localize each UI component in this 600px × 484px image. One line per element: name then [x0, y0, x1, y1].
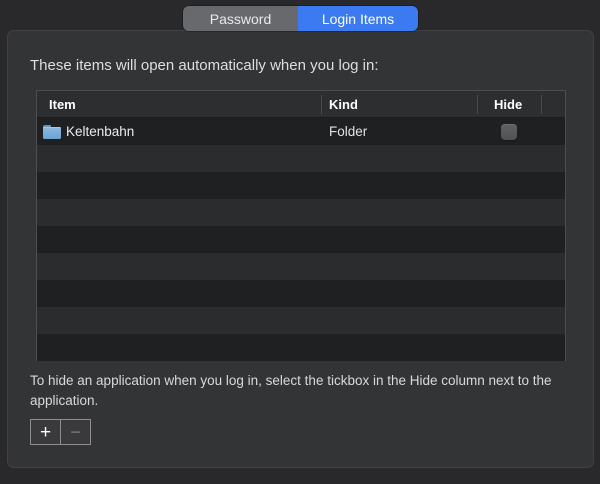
tab-bar: Password Login Items: [183, 6, 418, 31]
item-cell: Keltenbahn: [37, 124, 321, 139]
table-row-empty: [37, 334, 565, 361]
folder-icon: [43, 125, 61, 139]
remove-login-item-button[interactable]: −: [60, 419, 91, 445]
column-header-kind: Kind: [329, 91, 358, 118]
column-divider: [541, 95, 542, 114]
column-divider: [477, 95, 478, 114]
login-items-table[interactable]: Item Kind Hide Keltenbahn Folder: [36, 90, 566, 361]
table-row-empty: [37, 280, 565, 307]
table-row-empty: [37, 253, 565, 280]
column-divider: [321, 95, 322, 114]
table-row-empty: [37, 307, 565, 334]
add-login-item-button[interactable]: +: [30, 419, 61, 445]
tab-password[interactable]: Password: [183, 6, 298, 31]
add-remove-control: + −: [30, 419, 91, 445]
tab-login-items[interactable]: Login Items: [298, 6, 418, 31]
hide-cell: [477, 124, 541, 140]
table-header: Item Kind Hide: [37, 91, 565, 118]
panel-description: These items will open automatically when…: [30, 57, 379, 74]
table-row-keltenbahn[interactable]: Keltenbahn Folder: [37, 118, 565, 145]
kind-cell: Folder: [321, 124, 477, 139]
column-header-hide: Hide: [494, 91, 522, 118]
hide-hint-text: To hide an application when you log in, …: [30, 371, 580, 411]
table-row-empty: [37, 172, 565, 199]
item-name: Keltenbahn: [66, 124, 134, 139]
column-header-item: Item: [49, 91, 76, 118]
table-row-empty: [37, 226, 565, 253]
table-row-empty: [37, 199, 565, 226]
table-row-empty: [37, 145, 565, 172]
hide-checkbox[interactable]: [501, 124, 517, 140]
table-body: Keltenbahn Folder: [37, 118, 565, 361]
